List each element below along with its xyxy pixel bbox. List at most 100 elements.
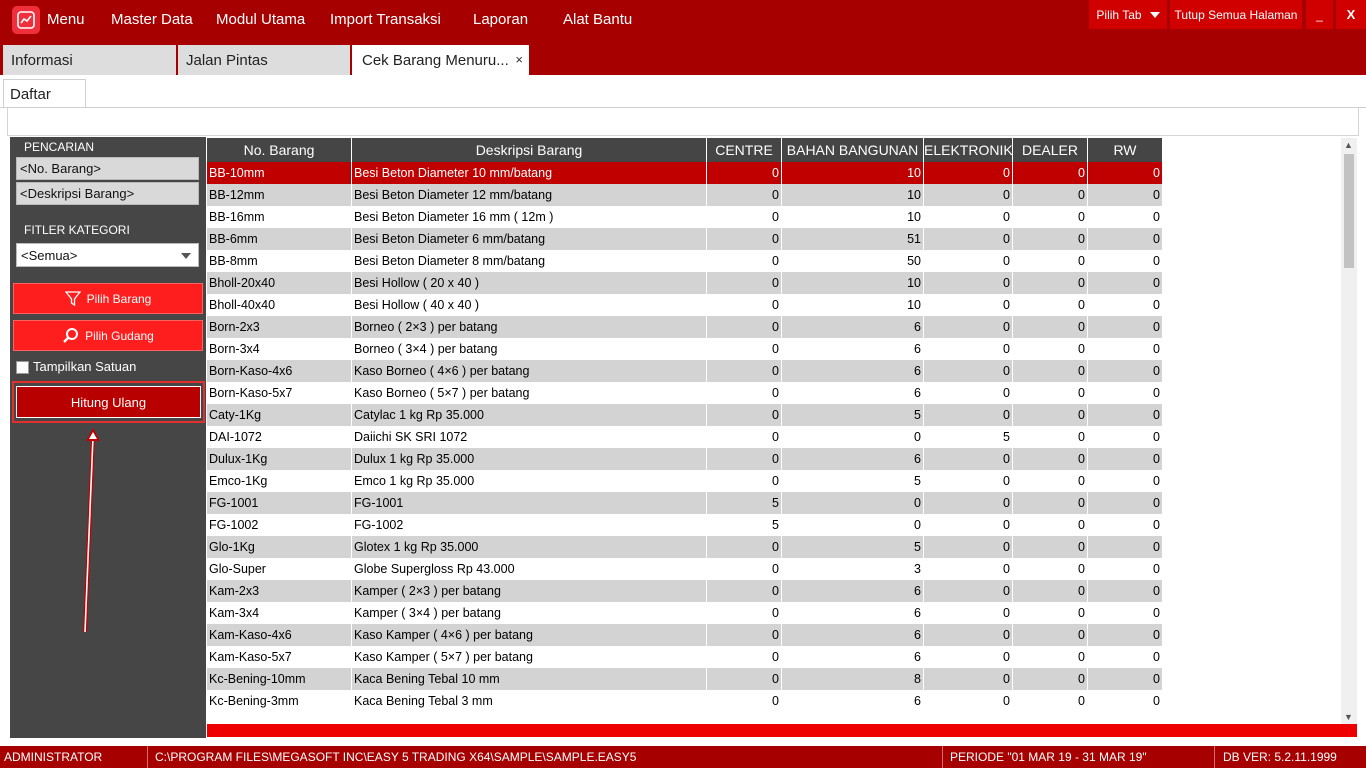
cell-rw: 0 bbox=[1088, 668, 1163, 690]
table-row[interactable]: BB-12mm Besi Beton Diameter 12 mm/batang 0… bbox=[207, 184, 1163, 206]
header-col-no-barang[interactable]: No. Barang bbox=[207, 138, 352, 162]
table-row[interactable]: Kam-Kaso-5x7 Kaso Kamper ( 5×7 ) per bata… bbox=[207, 646, 1163, 668]
table-row[interactable]: Born-2x3 Borneo ( 2×3 ) per batang 0 6 0 0 0 bbox=[207, 316, 1163, 338]
cell-elektronik: 0 bbox=[924, 646, 1013, 668]
deskripsi-search-field[interactable]: <Deskripsi Barang> bbox=[16, 182, 199, 205]
cell-deskripsi: Besi Beton Diameter 16 mm ( 12m ) bbox=[352, 206, 707, 228]
cell-elektronik: 0 bbox=[924, 360, 1013, 382]
cell-centre: 0 bbox=[707, 624, 782, 646]
cell-deskripsi: Kaso Borneo ( 4×6 ) per batang bbox=[352, 360, 707, 382]
cell-no-barang: Caty-1Kg bbox=[207, 404, 352, 426]
header-col-elektronik[interactable]: ELEKTRONIK bbox=[924, 138, 1013, 162]
table-row[interactable]: BB-16mm Besi Beton Diameter 16 mm ( 12m )… bbox=[207, 206, 1163, 228]
table-row[interactable]: Kc-Bening-3mm Kaca Bening Tebal 3 mm 0 6 0 0 0 bbox=[207, 690, 1163, 712]
header-col-centre[interactable]: CENTRE bbox=[707, 138, 782, 162]
cell-rw: 0 bbox=[1088, 514, 1163, 536]
cell-deskripsi: Dulux 1 kg Rp 35.000 bbox=[352, 448, 707, 470]
no-barang-search-field[interactable]: <No. Barang> bbox=[16, 157, 199, 180]
header-col-bahan-bangunan[interactable]: BAHAN BANGUNAN bbox=[782, 138, 924, 162]
cell-deskripsi: Kaso Borneo ( 5×7 ) per batang bbox=[352, 382, 707, 404]
tab-informasi[interactable]: Informasi bbox=[3, 45, 176, 75]
table-row[interactable]: Born-Kaso-4x6 Kaso Borneo ( 4×6 ) per bat… bbox=[207, 360, 1163, 382]
cell-no-barang: Born-Kaso-5x7 bbox=[207, 382, 352, 404]
table-row[interactable]: Kam-2x3 Kamper ( 2×3 ) per batang 0 6 0 0 0 bbox=[207, 580, 1163, 602]
table-row[interactable]: Born-Kaso-5x7 Kaso Borneo ( 5×7 ) per bat… bbox=[207, 382, 1163, 404]
cell-dealer: 0 bbox=[1013, 360, 1088, 382]
cell-bahan-bangunan: 50 bbox=[782, 250, 924, 272]
tutup-semua-halaman-button[interactable]: Tutup Semua Halaman bbox=[1170, 0, 1302, 29]
close-icon[interactable]: × bbox=[515, 52, 523, 67]
cell-bahan-bangunan: 6 bbox=[782, 360, 924, 382]
cell-rw: 0 bbox=[1088, 228, 1163, 250]
table-row[interactable]: DAI-1072 Daiichi SK SRI 1072 0 0 5 0 0 bbox=[207, 426, 1163, 448]
menu-item-menu[interactable]: Menu bbox=[47, 11, 85, 28]
table-row[interactable]: BB-8mm Besi Beton Diameter 8 mm/batang 0 50… bbox=[207, 250, 1163, 272]
table-row[interactable]: Caty-1Kg Catylac 1 kg Rp 35.000 0 5 0 0 0 bbox=[207, 404, 1163, 426]
cell-dealer: 0 bbox=[1013, 382, 1088, 404]
tampilkan-satuan-checkbox[interactable] bbox=[16, 361, 29, 374]
table-row[interactable]: FG-1001 FG-1001 5 0 0 0 0 bbox=[207, 492, 1163, 514]
cell-elektronik: 0 bbox=[924, 492, 1013, 514]
cell-no-barang: Dulux-1Kg bbox=[207, 448, 352, 470]
table-row[interactable]: Kam-Kaso-4x6 Kaso Kamper ( 4×6 ) per bata… bbox=[207, 624, 1163, 646]
menu-item-laporan[interactable]: Laporan bbox=[473, 11, 528, 28]
pilih-barang-button[interactable]: Pilih Barang bbox=[13, 283, 203, 314]
app-logo-icon[interactable] bbox=[12, 6, 40, 34]
header-col-rw[interactable]: RW bbox=[1088, 138, 1163, 162]
tab-label: Jalan Pintas bbox=[186, 52, 268, 69]
menu-item-master-data[interactable]: Master Data bbox=[111, 11, 193, 28]
cell-bahan-bangunan: 10 bbox=[782, 162, 924, 184]
menu-item-modul-utama[interactable]: Modul Utama bbox=[216, 11, 305, 28]
cell-no-barang: Emco-1Kg bbox=[207, 470, 352, 492]
tab-label: Informasi bbox=[11, 52, 73, 69]
cell-deskripsi: Besi Hollow ( 20 x 40 ) bbox=[352, 272, 707, 294]
pilih-tab-label: Pilih Tab bbox=[1096, 7, 1142, 22]
cell-rw: 0 bbox=[1088, 470, 1163, 492]
minimize-button[interactable]: _ bbox=[1306, 0, 1333, 29]
table-row[interactable]: BB-10mm Besi Beton Diameter 10 mm/batang 0… bbox=[207, 162, 1163, 184]
cell-bahan-bangunan: 0 bbox=[782, 492, 924, 514]
table-row[interactable]: Bholl-40x40 Besi Hollow ( 40 x 40 ) 0 10 0 0 0 bbox=[207, 294, 1163, 316]
cell-centre: 0 bbox=[707, 580, 782, 602]
cell-elektronik: 0 bbox=[924, 624, 1013, 646]
scroll-up-icon[interactable]: ▲ bbox=[1344, 140, 1353, 150]
table-row[interactable]: Bholl-20x40 Besi Hollow ( 20 x 40 ) 0 10 0 0 0 bbox=[207, 272, 1163, 294]
cell-elektronik: 0 bbox=[924, 162, 1013, 184]
kategori-select[interactable]: <Semua> bbox=[16, 243, 199, 267]
scroll-down-icon[interactable]: ▼ bbox=[1344, 712, 1353, 722]
cell-no-barang: Glo-1Kg bbox=[207, 536, 352, 558]
tab-daftar[interactable]: Daftar bbox=[3, 79, 86, 108]
table-row[interactable]: Glo-Super Globe Supergloss Rp 43.000 0 3 0 0 0 bbox=[207, 558, 1163, 580]
cell-centre: 0 bbox=[707, 338, 782, 360]
table-row[interactable]: Born-3x4 Borneo ( 3×4 ) per batang 0 6 0 0 0 bbox=[207, 338, 1163, 360]
header-col-dealer[interactable]: DEALER bbox=[1013, 138, 1088, 162]
close-button[interactable]: X bbox=[1336, 0, 1366, 29]
cell-rw: 0 bbox=[1088, 690, 1163, 712]
cell-no-barang: BB-12mm bbox=[207, 184, 352, 206]
header-col-deskripsi[interactable]: Deskripsi Barang bbox=[352, 138, 707, 162]
cell-rw: 0 bbox=[1088, 448, 1163, 470]
cell-bahan-bangunan: 0 bbox=[782, 426, 924, 448]
table-row[interactable]: BB-6mm Besi Beton Diameter 6 mm/batang 0 51… bbox=[207, 228, 1163, 250]
cell-deskripsi: Borneo ( 2×3 ) per batang bbox=[352, 316, 707, 338]
table-row[interactable]: Emco-1Kg Emco 1 kg Rp 35.000 0 5 0 0 0 bbox=[207, 470, 1163, 492]
table-row[interactable]: Kc-Bening-10mm Kaca Bening Tebal 10 mm 0 8 0… bbox=[207, 668, 1163, 690]
table-row[interactable]: Dulux-1Kg Dulux 1 kg Rp 35.000 0 6 0 0 0 bbox=[207, 448, 1163, 470]
cell-dealer: 0 bbox=[1013, 162, 1088, 184]
hitung-ulang-button[interactable]: Hitung Ulang bbox=[16, 386, 201, 418]
table-row[interactable]: Kam-3x4 Kamper ( 3×4 ) per batang 0 6 0 0 0 bbox=[207, 602, 1163, 624]
cell-no-barang: BB-16mm bbox=[207, 206, 352, 228]
table-row[interactable]: FG-1002 FG-1002 5 0 0 0 0 bbox=[207, 514, 1163, 536]
cell-dealer: 0 bbox=[1013, 536, 1088, 558]
tab-jalan-pintas[interactable]: Jalan Pintas bbox=[178, 45, 350, 75]
cell-rw: 0 bbox=[1088, 492, 1163, 514]
pilih-tab-button[interactable]: Pilih Tab bbox=[1089, 0, 1167, 29]
menu-item-alat-bantu[interactable]: Alat Bantu bbox=[563, 11, 632, 28]
table-row[interactable]: Glo-1Kg Glotex 1 kg Rp 35.000 0 5 0 0 0 bbox=[207, 536, 1163, 558]
tab-cek-barang[interactable]: Cek Barang Menuru... × bbox=[352, 45, 529, 75]
pilih-gudang-button[interactable]: Pilih Gudang bbox=[13, 320, 203, 351]
scroll-thumb[interactable] bbox=[1344, 154, 1354, 268]
menu-item-import-transaksi[interactable]: Import Transaksi bbox=[330, 11, 441, 28]
filter-icon bbox=[64, 290, 81, 306]
vertical-scrollbar[interactable]: ▲ ▼ bbox=[1341, 138, 1357, 724]
